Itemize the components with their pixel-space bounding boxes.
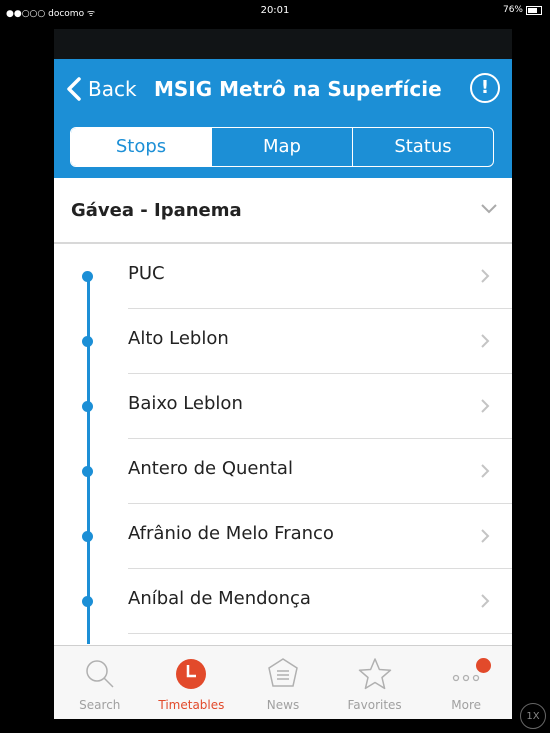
app-window: Back MSIG Metrô na Superfície ! Stops Ma… <box>54 59 512 719</box>
star-icon <box>358 658 391 690</box>
chevron-down-icon <box>481 204 497 214</box>
battery-icon <box>526 5 542 15</box>
tab-bar: Search Timetables News Favorites More <box>54 645 512 719</box>
segmented-control: Stops Map Status <box>70 127 494 167</box>
back-label: Back <box>88 77 137 101</box>
stop-dot <box>82 336 93 347</box>
chevron-right-icon <box>481 464 490 478</box>
stop-dot <box>82 271 93 282</box>
chevron-right-icon <box>481 399 490 413</box>
battery-percentage: 76% <box>502 5 523 15</box>
tab-label: News <box>266 698 300 712</box>
stop-label: Antero de Quental <box>128 458 293 479</box>
stops-list: PUC Alto Leblon Baixo Leblon Antero de Q… <box>54 244 512 644</box>
tab-more[interactable]: More <box>420 646 512 719</box>
tab-favorites[interactable]: Favorites <box>329 646 421 719</box>
stop-dot <box>82 596 93 607</box>
info-icon: ! <box>480 77 490 98</box>
segment-map[interactable]: Map <box>211 128 352 166</box>
top-dark-band <box>54 29 512 59</box>
tab-label: More <box>451 698 482 712</box>
route-name: Gávea - Ipanema <box>71 199 242 221</box>
tab-search[interactable]: Search <box>54 646 146 719</box>
stop-label: Baixo Leblon <box>128 393 243 414</box>
stop-dot <box>82 466 93 477</box>
nav-header: Back MSIG Metrô na Superfície ! Stops Ma… <box>54 59 512 178</box>
tab-label: Favorites <box>347 698 402 712</box>
notification-badge <box>476 658 492 673</box>
tab-label: Timetables <box>158 698 225 712</box>
divider <box>128 633 512 634</box>
segment-status[interactable]: Status <box>352 128 493 166</box>
route-selector[interactable]: Gávea - Ipanema <box>54 178 512 244</box>
back-button[interactable]: Back <box>66 77 137 101</box>
chevron-right-icon <box>481 334 490 348</box>
clock-label: 20:01 <box>260 5 290 16</box>
stop-label: Alto Leblon <box>128 328 229 349</box>
stop-item[interactable]: Antero de Quental <box>54 439 512 504</box>
page-title: MSIG Metrô na Superfície <box>154 77 442 101</box>
stop-label: PUC <box>128 263 165 284</box>
clock-icon <box>176 659 207 689</box>
stop-item[interactable]: Afrânio de Melo Franco <box>54 504 512 569</box>
search-icon <box>86 660 114 688</box>
stop-item[interactable]: Alto Leblon <box>54 309 512 374</box>
stop-item[interactable]: Baixo Leblon <box>54 374 512 439</box>
segment-stops[interactable]: Stops <box>71 128 211 166</box>
stop-item[interactable]: PUC <box>54 244 512 309</box>
news-icon <box>268 658 298 687</box>
chevron-right-icon <box>481 269 490 283</box>
tab-news[interactable]: News <box>237 646 329 719</box>
tab-timetables[interactable]: Timetables <box>146 646 238 719</box>
stop-label: Afrânio de Melo Franco <box>128 523 334 544</box>
status-bar: ●●○○○ docomo ᯤ 20:01 76% <box>0 0 550 22</box>
chevron-right-icon <box>481 529 490 543</box>
info-button[interactable]: ! <box>470 73 500 103</box>
tab-label: Search <box>79 698 121 712</box>
battery-indicator: 76% <box>503 5 542 15</box>
stop-dot <box>82 531 93 542</box>
stop-label: Aníbal de Mendonça <box>128 588 311 609</box>
stop-dot <box>82 401 93 412</box>
zoom-badge[interactable]: 1X <box>520 703 546 729</box>
stop-item[interactable]: Aníbal de Mendonça <box>54 569 512 634</box>
chevron-right-icon <box>481 594 490 608</box>
chevron-left-icon <box>67 77 81 101</box>
